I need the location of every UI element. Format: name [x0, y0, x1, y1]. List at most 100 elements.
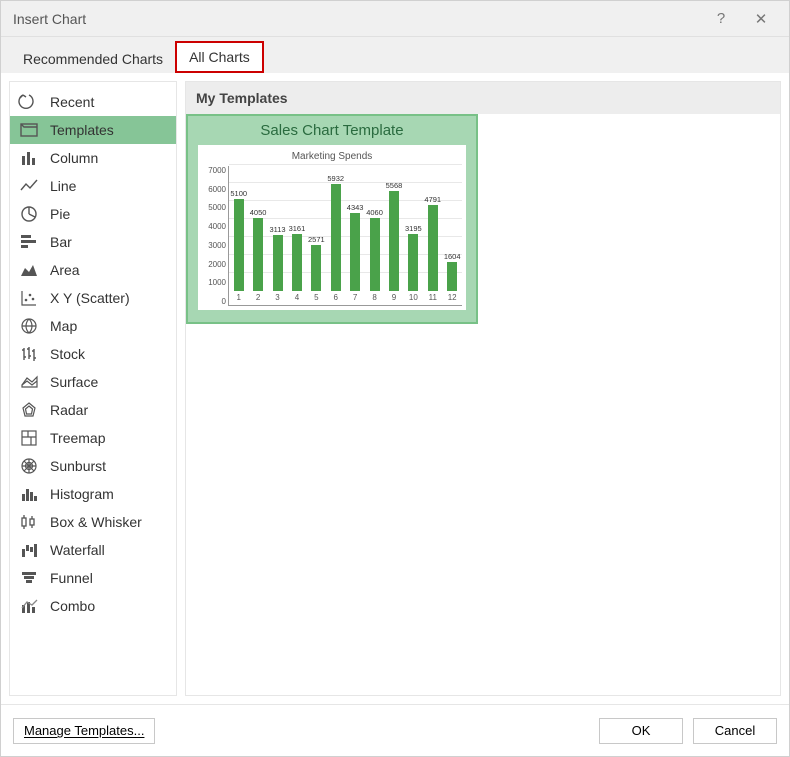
waterfall-icon: [18, 539, 40, 561]
chart-plot-area: 5100405031133161257159324343406055683195…: [228, 166, 462, 306]
x-tick-label: 10: [406, 293, 420, 305]
treemap-icon: [18, 427, 40, 449]
sidebar-item-radar[interactable]: Radar: [10, 396, 176, 424]
box-whisker-icon: [18, 511, 40, 533]
chart-y-axis: 70006000500040003000200010000: [202, 166, 228, 306]
combo-icon: [18, 595, 40, 617]
sidebar-item-area[interactable]: Area: [10, 256, 176, 284]
bar: [273, 235, 283, 291]
bar-column: 4050: [251, 218, 265, 291]
line-icon: [18, 175, 40, 197]
bar-data-label: 3195: [405, 224, 422, 233]
sidebar-item-treemap[interactable]: Treemap: [10, 424, 176, 452]
bar-column: 3113: [271, 235, 285, 291]
chart-x-axis: 123456789101112: [229, 293, 462, 305]
sidebar-item-column[interactable]: Column: [10, 144, 176, 172]
sidebar-item-templates[interactable]: Templates: [10, 116, 176, 144]
y-tick-label: 4000: [208, 222, 226, 231]
x-tick-label: 7: [348, 293, 362, 305]
tab-recommended-charts[interactable]: Recommended Charts: [11, 45, 175, 73]
bar-data-label: 3161: [289, 224, 306, 233]
sidebar-item-label: Surface: [50, 374, 98, 390]
sidebar-item-label: Line: [50, 178, 76, 194]
sidebar-item-box-whisker[interactable]: Box & Whisker: [10, 508, 176, 536]
bar-column: 4791: [426, 205, 440, 291]
sidebar-item-combo[interactable]: Combo: [10, 592, 176, 620]
y-tick-label: 7000: [208, 166, 226, 175]
close-button[interactable]: ✕: [741, 4, 781, 34]
sidebar-item-sunburst[interactable]: Sunburst: [10, 452, 176, 480]
y-tick-label: 2000: [208, 260, 226, 269]
sidebar-item-waterfall[interactable]: Waterfall: [10, 536, 176, 564]
bar-data-label: 4050: [250, 208, 267, 217]
bar-data-label: 1604: [444, 252, 461, 261]
sidebar-item-label: Sunburst: [50, 458, 106, 474]
y-tick-label: 1000: [208, 278, 226, 287]
sidebar-item-stock[interactable]: Stock: [10, 340, 176, 368]
bar-data-label: 4060: [366, 208, 383, 217]
sidebar-item-label: Map: [50, 318, 77, 334]
sidebar-item-line[interactable]: Line: [10, 172, 176, 200]
bar-data-label: 5568: [386, 181, 403, 190]
x-tick-label: 11: [426, 293, 440, 305]
x-tick-label: 8: [368, 293, 382, 305]
x-tick-label: 12: [445, 293, 459, 305]
bar: [234, 199, 244, 291]
bar: [408, 234, 418, 292]
sidebar-item-map[interactable]: Map: [10, 312, 176, 340]
map-icon: [18, 315, 40, 337]
bar-column: 2571: [309, 245, 323, 291]
bar-column: 3161: [290, 234, 304, 291]
funnel-icon: [18, 567, 40, 589]
help-button[interactable]: ?: [701, 4, 741, 34]
bar: [292, 234, 302, 291]
x-tick-label: 9: [387, 293, 401, 305]
sidebar-item-label: Area: [50, 262, 80, 278]
bar-data-label: 4791: [424, 195, 441, 204]
sidebar-item-histogram[interactable]: Histogram: [10, 480, 176, 508]
sidebar-item-label: X Y (Scatter): [50, 290, 130, 306]
template-card-sales-chart[interactable]: Sales Chart Template Marketing Spends 70…: [186, 114, 478, 324]
sidebar-item-label: Column: [50, 150, 98, 166]
templates-content-panel: My Templates Sales Chart Template Market…: [185, 81, 781, 696]
bar: [428, 205, 438, 291]
bar-icon: [18, 231, 40, 253]
x-tick-label: 2: [251, 293, 265, 305]
cancel-button[interactable]: Cancel: [693, 718, 777, 744]
sidebar-item-funnel[interactable]: Funnel: [10, 564, 176, 592]
my-templates-heading: My Templates: [186, 82, 780, 114]
bar: [350, 213, 360, 291]
sidebar-item-label: Pie: [50, 206, 70, 222]
area-icon: [18, 259, 40, 281]
ok-button[interactable]: OK: [599, 718, 683, 744]
x-tick-label: 1: [232, 293, 246, 305]
sidebar-item-scatter[interactable]: X Y (Scatter): [10, 284, 176, 312]
x-tick-label: 5: [309, 293, 323, 305]
sidebar-item-bar[interactable]: Bar: [10, 228, 176, 256]
surface-icon: [18, 371, 40, 393]
sidebar-item-recent[interactable]: Recent: [10, 88, 176, 116]
bar-column: 4060: [368, 218, 382, 291]
dialog-footer: Manage Templates... OK Cancel: [1, 704, 789, 756]
pie-icon: [18, 203, 40, 225]
bar-column: 5568: [387, 191, 401, 291]
bar: [331, 184, 341, 291]
histogram-icon: [18, 483, 40, 505]
sidebar-item-surface[interactable]: Surface: [10, 368, 176, 396]
x-tick-label: 4: [290, 293, 304, 305]
gridline: [229, 164, 462, 165]
y-tick-label: 3000: [208, 241, 226, 250]
y-tick-label: 0: [222, 297, 226, 306]
sidebar-item-label: Stock: [50, 346, 85, 362]
sidebar-item-pie[interactable]: Pie: [10, 200, 176, 228]
bar-data-label: 2571: [308, 235, 325, 244]
chart-subtitle: Marketing Spends: [202, 151, 462, 162]
insert-chart-dialog: Insert Chart ? ✕ Recommended Charts All …: [0, 0, 790, 757]
bar-column: 1604: [445, 262, 459, 291]
bar-data-label: 3113: [269, 225, 285, 234]
manage-templates-button[interactable]: Manage Templates...: [13, 718, 155, 744]
chart-bars: 5100405031133161257159324343406055683195…: [229, 166, 462, 291]
tab-all-charts[interactable]: All Charts: [175, 41, 264, 73]
dialog-title: Insert Chart: [13, 11, 86, 27]
bar-column: 5932: [329, 184, 343, 291]
